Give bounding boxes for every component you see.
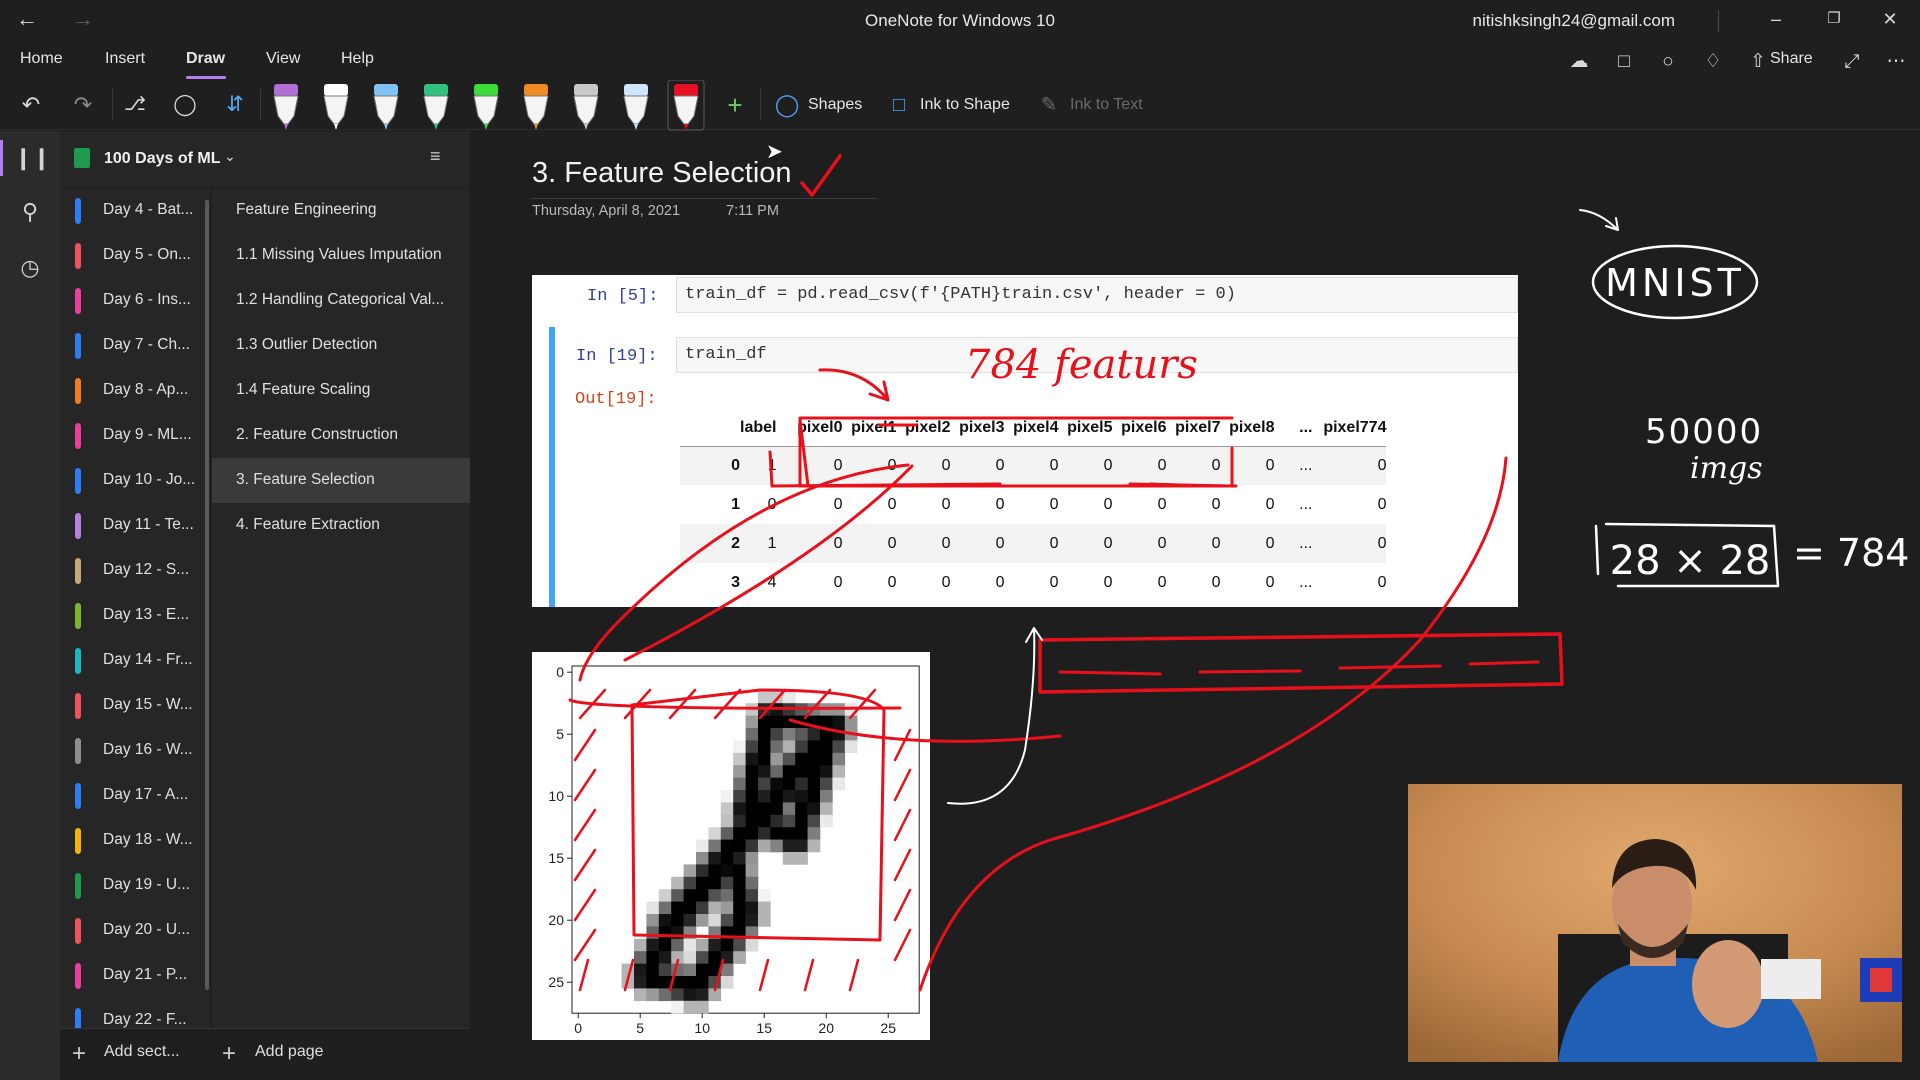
hatch-bottom-ink (668, 958, 680, 992)
flat-vector-dash-ink (1058, 660, 1540, 676)
hatch-bottom-ink (758, 958, 770, 992)
digit-box-ink (630, 688, 886, 942)
ink-layer: 784 featurs MNIST 50000imgs 28 × 28 = 784 (568, 154, 1909, 992)
hatch-right-ink (893, 888, 912, 922)
hatch-top-ink (668, 688, 697, 720)
curve-to-plot-ink-2 (623, 464, 914, 662)
imgs-ink-text: imgs (1690, 451, 1763, 486)
hatch-right-ink (893, 808, 912, 842)
hatch-top-ink (848, 688, 877, 720)
dims-ink-text: 28 × 28 (1610, 538, 1771, 584)
hatch-right-ink (893, 848, 912, 882)
row0-outline-ink (768, 418, 1002, 488)
hatch-bottom-ink (578, 958, 590, 992)
hatch-top-ink (803, 688, 832, 720)
equals-784-ink-text: = 784 (1793, 531, 1909, 575)
digit-to-bar-ink (788, 718, 1062, 743)
arrow-to-pixel1-ink (818, 368, 890, 402)
mouse-cursor-icon: ➤ (766, 141, 783, 163)
curve-to-plot-ink (578, 463, 910, 682)
hatch-bottom-ink (713, 958, 725, 992)
hatch-bottom-ink (848, 958, 860, 992)
hatch-left-ink (573, 848, 597, 882)
count-ink-text: 50000 (1645, 412, 1763, 452)
hatch-right-ink (893, 728, 912, 762)
hatch-bottom-ink (623, 958, 635, 992)
hatch-left-ink (573, 888, 597, 922)
hatch-right-ink (893, 928, 912, 962)
hatch-right-ink (893, 768, 912, 802)
hatch-top-ink (758, 688, 787, 720)
long-curve-ink (918, 456, 1508, 992)
top-line-ink (568, 698, 902, 710)
checkmark-ink (800, 154, 842, 197)
hatch-left-ink (573, 728, 597, 762)
hatch-left-ink (573, 928, 597, 962)
row0-box-ink (798, 416, 1238, 488)
white-pointer-arrow-ink (1579, 209, 1619, 231)
white-arrow-ink (947, 627, 1043, 805)
onenote-window: ← → OneNote for Windows 10 nitishksingh2… (0, 0, 1920, 1080)
header-underline-ink (878, 423, 1232, 488)
mnist-ink-text: MNIST (1605, 261, 1745, 305)
hatch-bottom-ink (803, 958, 815, 992)
hatch-left-ink (573, 768, 597, 802)
features-ink-text: 784 featurs (965, 342, 1198, 388)
hatch-left-ink (573, 808, 597, 842)
